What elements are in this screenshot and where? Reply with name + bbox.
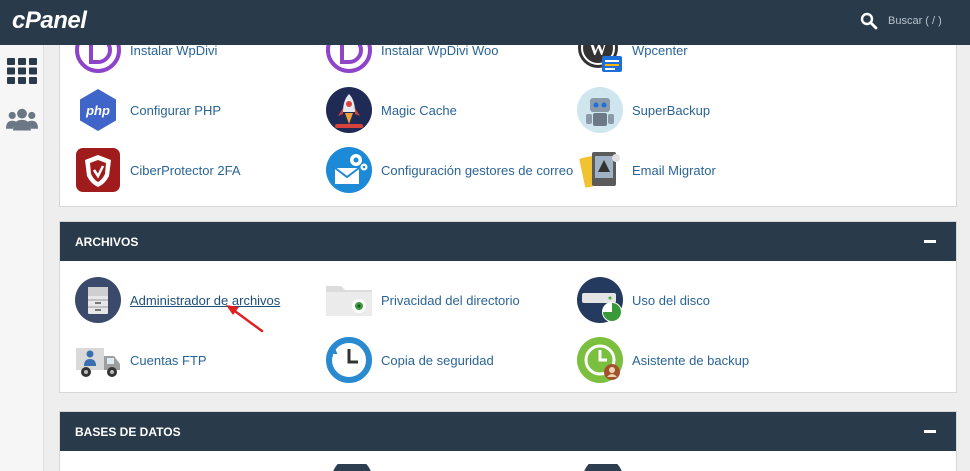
- email-migrator-item[interactable]: Email Migrator: [576, 146, 716, 194]
- magic-cache-item[interactable]: Magic Cache: [325, 86, 457, 134]
- configurar-php-item[interactable]: php Configurar PHP: [74, 86, 221, 134]
- collapse-icon[interactable]: [924, 430, 936, 433]
- folder-eye-icon: [326, 286, 372, 316]
- privacidad-directorio-item[interactable]: Privacidad del directorio: [325, 276, 520, 324]
- top-bar: cPanel: [0, 0, 970, 45]
- wpcenter-item[interactable]: W Wpcenter: [576, 45, 688, 74]
- migrator-icon: [579, 152, 620, 188]
- wordpress-icon: W: [578, 45, 622, 72]
- file-cabinet-icon: [75, 277, 121, 323]
- collapse-icon[interactable]: [924, 240, 936, 243]
- section-title: ARCHIVOS: [75, 234, 139, 249]
- item-label: Email Migrator: [632, 162, 716, 178]
- item-label: Configurar PHP: [130, 102, 222, 118]
- item-label: Instalar WpDivi Woo: [381, 45, 499, 58]
- uso-disco-item[interactable]: Uso del disco: [576, 276, 710, 324]
- ciberprotector-2fa-item[interactable]: CiberProtector 2FA: [74, 146, 241, 194]
- rocket-icon: [326, 87, 372, 133]
- annotation-arrow: [226, 305, 264, 333]
- ftp-truck-icon: [76, 348, 120, 377]
- robot-icon: [577, 87, 623, 133]
- asistente-backup-item[interactable]: Asistente de backup: [576, 336, 749, 384]
- users-icon[interactable]: [6, 103, 38, 135]
- shield-icon: [76, 148, 120, 192]
- divi-icon: [326, 45, 372, 73]
- cpanel-logo[interactable]: cPanel: [12, 7, 87, 35]
- bases-de-datos-header[interactable]: BASES DE DATOS: [60, 412, 956, 451]
- section-title: BASES DE DATOS: [75, 424, 181, 439]
- database-icon: [584, 464, 622, 471]
- search-area: [860, 12, 948, 30]
- search-icon[interactable]: [860, 12, 878, 30]
- instalar-wpdivi-woo-item[interactable]: Instalar WpDivi Woo: [325, 45, 499, 74]
- sidebar: [0, 45, 44, 471]
- backup-wizard-icon: [577, 337, 623, 383]
- item-label: CiberProtector 2FA: [130, 162, 241, 178]
- item-label: Cuentas FTP: [130, 352, 207, 368]
- backup-clock-icon: [326, 337, 372, 383]
- archivos-header[interactable]: ARCHIVOS: [60, 222, 956, 261]
- item-label: Uso del disco: [632, 292, 711, 308]
- superbackup-item[interactable]: SuperBackup: [576, 86, 710, 134]
- item-label: Configuración gestores de correo: [381, 162, 574, 178]
- instalar-wpdivi-item[interactable]: Instalar WpDivi: [74, 45, 217, 74]
- item-label: Magic Cache: [381, 102, 457, 118]
- item-label: Privacidad del directorio: [381, 292, 520, 308]
- item-label: Wpcenter: [632, 45, 688, 58]
- disk-usage-icon: [577, 277, 623, 323]
- divi-icon: [75, 45, 121, 73]
- cuentas-ftp-item[interactable]: Cuentas FTP: [74, 336, 207, 384]
- configuracion-gestores-correo-item[interactable]: Configuración gestores de correo: [325, 146, 573, 194]
- copia-seguridad-item[interactable]: Copia de seguridad: [325, 336, 494, 384]
- item-label: Asistente de backup: [632, 352, 750, 368]
- database-icon: [333, 464, 371, 471]
- search-input[interactable]: [888, 15, 948, 27]
- mail-settings-icon: [326, 147, 372, 193]
- item-label: Instalar WpDivi: [130, 45, 218, 58]
- php-icon: php: [76, 88, 120, 132]
- archivos-panel: ARCHIVOS Administrador de archivos Priva…: [59, 221, 957, 393]
- bases-de-datos-panel: BASES DE DATOS: [59, 411, 957, 471]
- svg-text:php: php: [85, 103, 110, 118]
- item-label: SuperBackup: [632, 102, 711, 118]
- item-label: Copia de seguridad: [381, 352, 494, 368]
- apps-grid-icon[interactable]: [6, 55, 38, 87]
- software-panel: Instalar WpDivi Instalar WpDivi Woo W Wp…: [59, 45, 957, 207]
- main-content: Instalar WpDivi Instalar WpDivi Woo W Wp…: [44, 45, 970, 471]
